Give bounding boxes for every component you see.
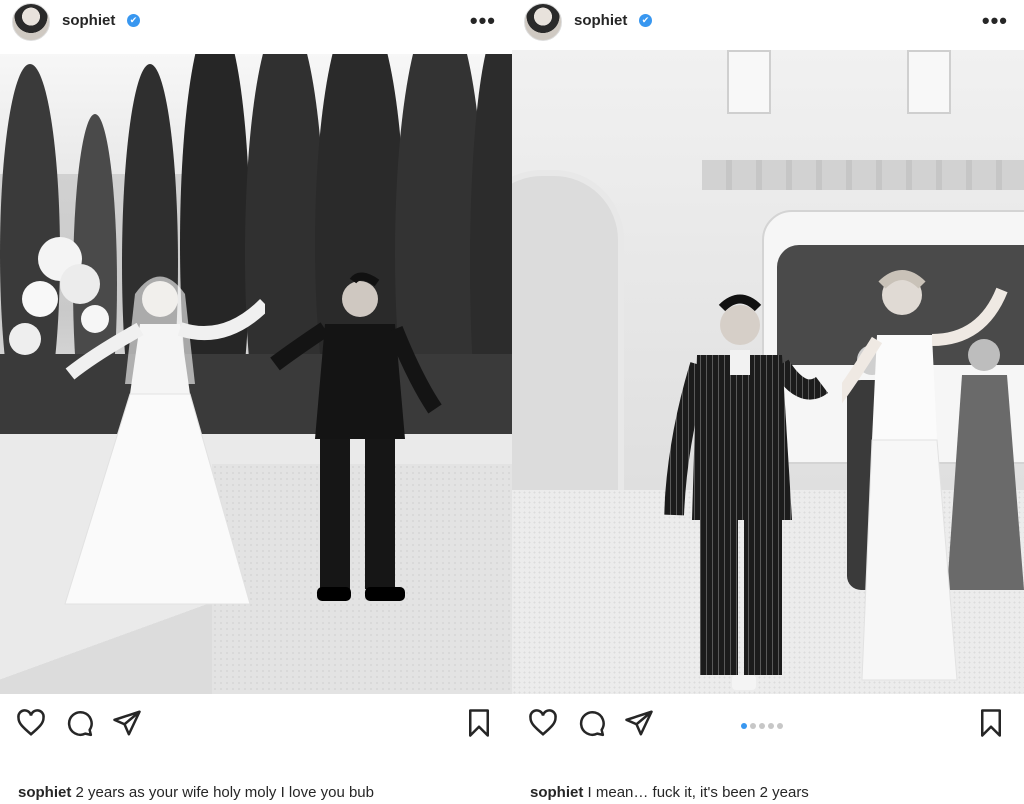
avatar[interactable] (524, 3, 562, 41)
avatar[interactable] (12, 3, 50, 41)
verified-badge-icon: ✔ (639, 14, 652, 27)
share-icon[interactable] (112, 708, 142, 738)
post-photo[interactable] (0, 54, 512, 694)
photo-background (512, 50, 1024, 694)
post-card-left: sophiet ✔ ••• sophiet 2 years as your wi… (0, 0, 512, 804)
carousel-dot[interactable] (776, 723, 783, 729)
bookmark-icon[interactable] (976, 708, 1006, 738)
share-icon[interactable] (624, 708, 654, 738)
heart-icon[interactable] (16, 708, 46, 738)
bride-figure (842, 270, 1008, 681)
post-caption: sophiet 2 years as your wife holy moly I… (18, 784, 374, 801)
post-header: sophiet ✔ ••• (0, 0, 512, 52)
carousel-dot-active[interactable] (740, 723, 747, 729)
heart-icon[interactable] (528, 708, 558, 738)
post-photo[interactable] (512, 50, 1024, 694)
groom-figure (664, 294, 828, 690)
caption-username[interactable]: sophiet (18, 784, 71, 801)
verified-badge-icon: ✔ (127, 14, 140, 27)
caption-username[interactable]: sophiet (530, 784, 583, 801)
carousel-dot[interactable] (749, 723, 756, 729)
comment-icon[interactable] (576, 708, 606, 738)
post-card-right: sophiet ✔ ••• sophiet I mean… fuck it, i… (512, 0, 1024, 804)
post-caption: sophiet I mean… fuck it, it's been 2 yea… (530, 784, 809, 801)
carousel-dot[interactable] (758, 723, 765, 729)
post-actions (0, 708, 512, 744)
photo-background (0, 54, 512, 694)
more-options-icon[interactable]: ••• (982, 8, 1008, 34)
username[interactable]: sophiet (574, 12, 627, 29)
bookmark-icon[interactable] (464, 708, 494, 738)
groom-figure (270, 272, 442, 601)
more-options-icon[interactable]: ••• (470, 8, 496, 34)
comment-icon[interactable] (64, 708, 94, 738)
carousel-indicator (739, 716, 784, 729)
carousel-dot[interactable] (767, 723, 774, 729)
post-header: sophiet ✔ ••• (512, 0, 1024, 52)
bride-figure (64, 276, 265, 605)
caption-text: I mean… fuck it, it's been 2 years (587, 784, 809, 801)
username[interactable]: sophiet (62, 12, 115, 29)
caption-text: 2 years as your wife holy moly I love yo… (75, 784, 374, 801)
